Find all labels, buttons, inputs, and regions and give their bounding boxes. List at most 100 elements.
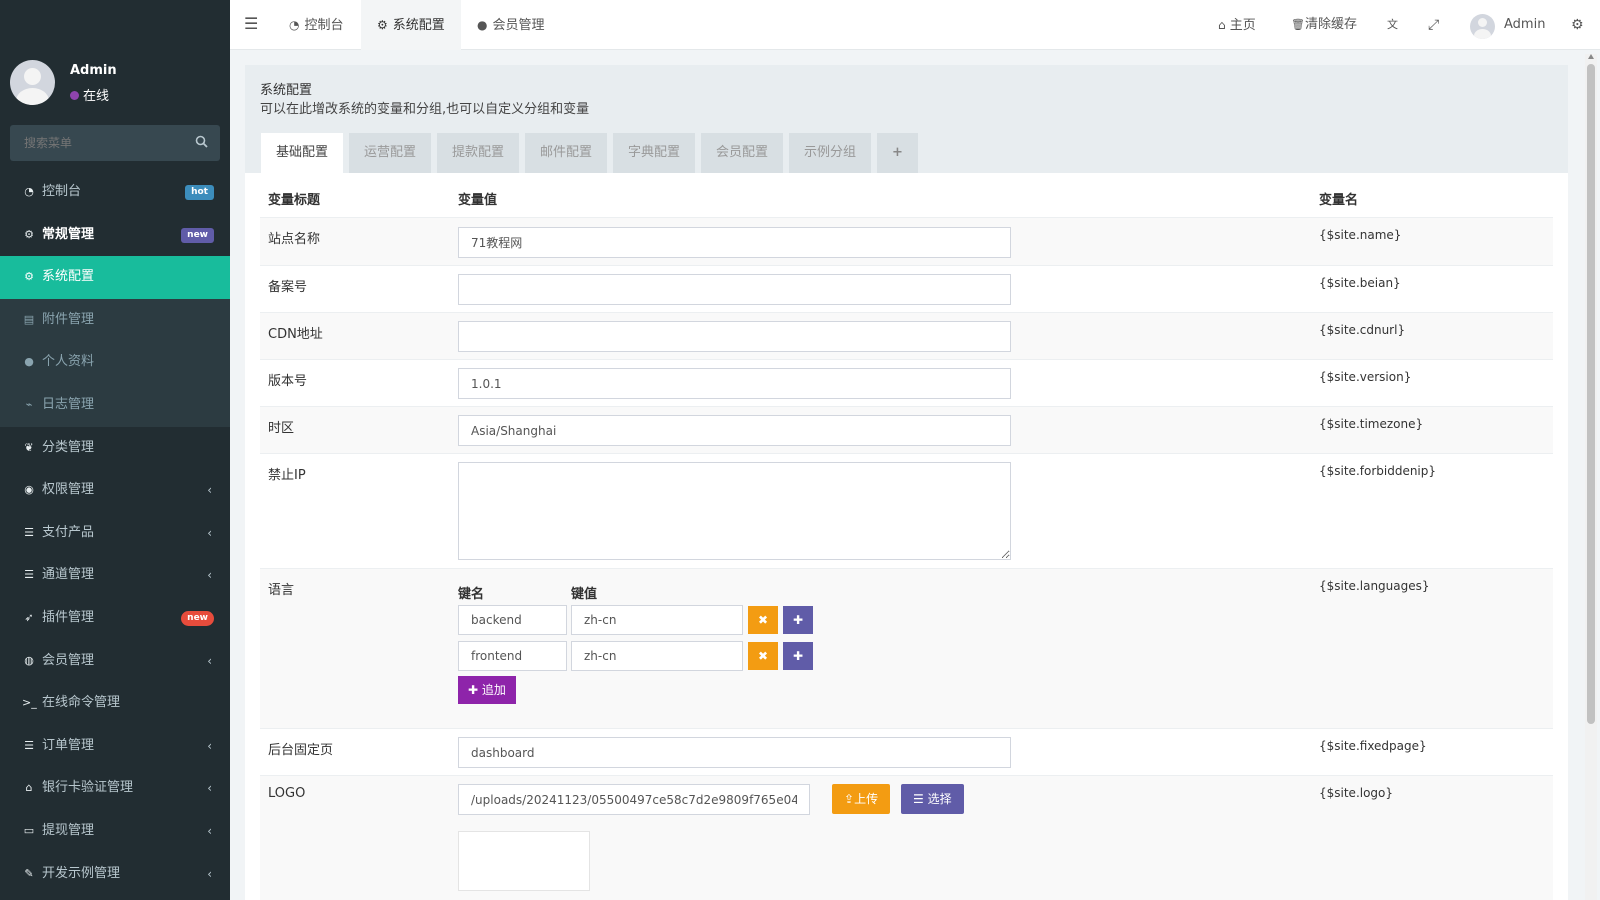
list-icon: ☰ <box>24 525 34 539</box>
sidebar-item-channel[interactable]: ☰ 通道管理 ‹ <box>0 554 230 597</box>
language-value-input[interactable] <box>571 641 743 671</box>
sidebar-item-command[interactable]: >_ 在线命令管理 <box>0 682 230 725</box>
avatar[interactable] <box>1470 14 1495 39</box>
fixed-page-input[interactable] <box>458 737 1011 768</box>
tab-email[interactable]: 邮件配置 <box>525 133 608 173</box>
search-icon[interactable] <box>195 135 208 148</box>
upload-icon: ⇪ <box>844 792 855 806</box>
sidebar-item-log[interactable]: ⌁ 日志管理 <box>0 383 230 427</box>
row-label: CDN地址 <box>268 327 323 342</box>
sidebar: Admin 在线 ◔控制台hot ⚙常规管理new ⚙系统配置 ▤附件管理 ●个… <box>0 0 230 900</box>
user-icon: ● <box>477 18 488 32</box>
timezone-input[interactable] <box>458 415 1011 446</box>
logo-thumbnail[interactable] <box>458 831 590 891</box>
sidebar-item-auth[interactable]: ◉ 权限管理 ‹ <box>0 469 230 512</box>
logo-path-input[interactable] <box>458 784 810 815</box>
row-label: 备案号 <box>268 280 308 295</box>
beian-input[interactable] <box>458 274 1011 305</box>
sidebar-item-dashboard[interactable]: ◔ 控制台 hot <box>0 171 230 214</box>
col-name-header: 变量名 <box>1319 193 1359 208</box>
var-name: {$site.timezone} <box>1319 417 1424 431</box>
sidebar-item-general[interactable]: ⚙ 常规管理 new <box>0 214 230 257</box>
tab-withdraw[interactable]: 提款配置 <box>437 133 520 173</box>
list-icon: ☰ <box>913 792 924 806</box>
sidebar-item-addon[interactable]: ➶ 插件管理 new <box>0 597 230 640</box>
language-icon: 文 <box>1387 18 1398 31</box>
remove-row-button[interactable]: ✖ <box>748 642 778 670</box>
version-input[interactable] <box>458 368 1011 399</box>
sidebar-item-profile[interactable]: ● 个人资料 <box>0 341 230 384</box>
var-name: {$site.version} <box>1319 370 1412 384</box>
menu-toggle-icon[interactable]: ☰ <box>244 14 258 33</box>
add-tab-button[interactable]: + <box>877 133 918 173</box>
chevron-left-icon: ‹ <box>207 823 212 838</box>
var-name: {$site.cdnurl} <box>1319 323 1406 337</box>
file-icon: ▤ <box>23 312 35 326</box>
tab-dashboard[interactable]: ◔ 控制台 <box>273 0 360 50</box>
drag-handle-icon[interactable]: ✚ <box>783 642 813 670</box>
cdn-url-input[interactable] <box>458 321 1011 352</box>
row-label: LOGO <box>268 786 306 801</box>
upload-button[interactable]: ⇪上传 <box>832 784 891 814</box>
language-value-input[interactable] <box>571 605 743 635</box>
log-icon: ⌁ <box>25 397 33 411</box>
magic-icon: ✎ <box>24 866 34 880</box>
row-label: 禁止IP <box>268 468 306 483</box>
fullscreen-button[interactable]: ⤢ <box>1428 0 1439 50</box>
page-scrollbar[interactable] <box>1585 54 1597 900</box>
var-name: {$site.forbiddenip} <box>1319 464 1437 478</box>
top-navbar: ☰ ◔ 控制台 ⚙ 系统配置 ● 会员管理 ⌂ 主页 🗑︎清除缓存 文 ⤢ Admin… <box>230 0 1600 50</box>
remove-row-button[interactable]: ✖ <box>748 606 778 634</box>
rocket-icon: ➶ <box>24 610 34 624</box>
user-name: Admin <box>70 63 117 78</box>
drag-handle-icon[interactable]: ✚ <box>783 606 813 634</box>
tab-member-config[interactable]: 会员配置 <box>701 133 784 173</box>
online-dot-icon <box>70 91 79 100</box>
language-key-input[interactable] <box>458 641 567 671</box>
tab-operation[interactable]: 运营配置 <box>349 133 432 173</box>
language-button[interactable]: 文 <box>1387 0 1398 50</box>
col-value-header: 变量值 <box>458 193 498 208</box>
forbidden-ip-textarea[interactable] <box>458 462 1011 560</box>
tab-member[interactable]: ● 会员管理 <box>461 0 561 50</box>
site-name-input[interactable] <box>458 227 1011 258</box>
trash-icon: 🗑︎ <box>1291 18 1305 31</box>
sidebar-item-attachment[interactable]: ▤ 附件管理 <box>0 298 230 342</box>
append-button[interactable]: ✚ 追加 <box>458 676 516 704</box>
tab-basic[interactable]: 基础配置 <box>261 133 344 173</box>
sidebar-search-input[interactable] <box>10 125 180 161</box>
language-key-input[interactable] <box>458 605 567 635</box>
table-row: 后台固定页 {$site.fixedpage} <box>260 728 1553 775</box>
select-button[interactable]: ☰ 选择 <box>901 784 964 814</box>
home-link[interactable]: ⌂ 主页 <box>1218 0 1256 50</box>
tab-config[interactable]: ⚙ 系统配置 <box>361 0 461 50</box>
sidebar-item-category[interactable]: ❦ 分类管理 <box>0 427 230 470</box>
cogs-icon: ⚙ <box>24 227 34 241</box>
table-row: 版本号 {$site.version} <box>260 359 1553 406</box>
sidebar-item-payproduct[interactable]: ☰ 支付产品 ‹ <box>0 512 230 555</box>
var-name: {$site.beian} <box>1319 276 1401 290</box>
config-panel: 系统配置 可以在此增改系统的变量和分组,也可以自定义分组和变量 基础配置 运营配… <box>245 65 1568 900</box>
sidebar-item-member[interactable]: ◍ 会员管理 ‹ <box>0 640 230 683</box>
settings-button[interactable]: ⚙ <box>1571 0 1584 50</box>
chevron-left-icon: ‹ <box>207 568 212 583</box>
tab-example[interactable]: 示例分组 <box>789 133 872 173</box>
nav-user-name[interactable]: Admin <box>1504 0 1545 50</box>
user-panel: Admin 在线 <box>0 0 230 115</box>
row-label: 版本号 <box>268 374 308 389</box>
bank-icon: ⌂ <box>25 781 33 795</box>
gear-icon: ⚙ <box>377 18 388 32</box>
row-label: 后台固定页 <box>268 743 334 758</box>
sidebar-item-example[interactable]: ✎ 开发示例管理 ‹ <box>0 853 230 896</box>
table-row: 语言 键名 键值 ✖ ✚ ✖ ✚ ✚ 追加 {$site.languages} <box>260 568 1553 728</box>
sidebar-item-order[interactable]: ☰ 订单管理 ‹ <box>0 725 230 768</box>
scroll-up-icon[interactable] <box>1588 54 1594 59</box>
sidebar-item-withdraw[interactable]: ▭ 提现管理 ‹ <box>0 810 230 853</box>
sidebar-item-bankcard[interactable]: ⌂ 银行卡验证管理 ‹ <box>0 767 230 810</box>
chevron-left-icon: ‹ <box>207 781 212 796</box>
tab-dictionary[interactable]: 字典配置 <box>613 133 696 173</box>
scrollbar-thumb[interactable] <box>1587 64 1595 724</box>
sidebar-item-config[interactable]: ⚙ 系统配置 <box>0 256 230 299</box>
new-badge: new <box>181 610 214 626</box>
clear-cache-button[interactable]: 🗑︎清除缓存 <box>1291 0 1357 50</box>
